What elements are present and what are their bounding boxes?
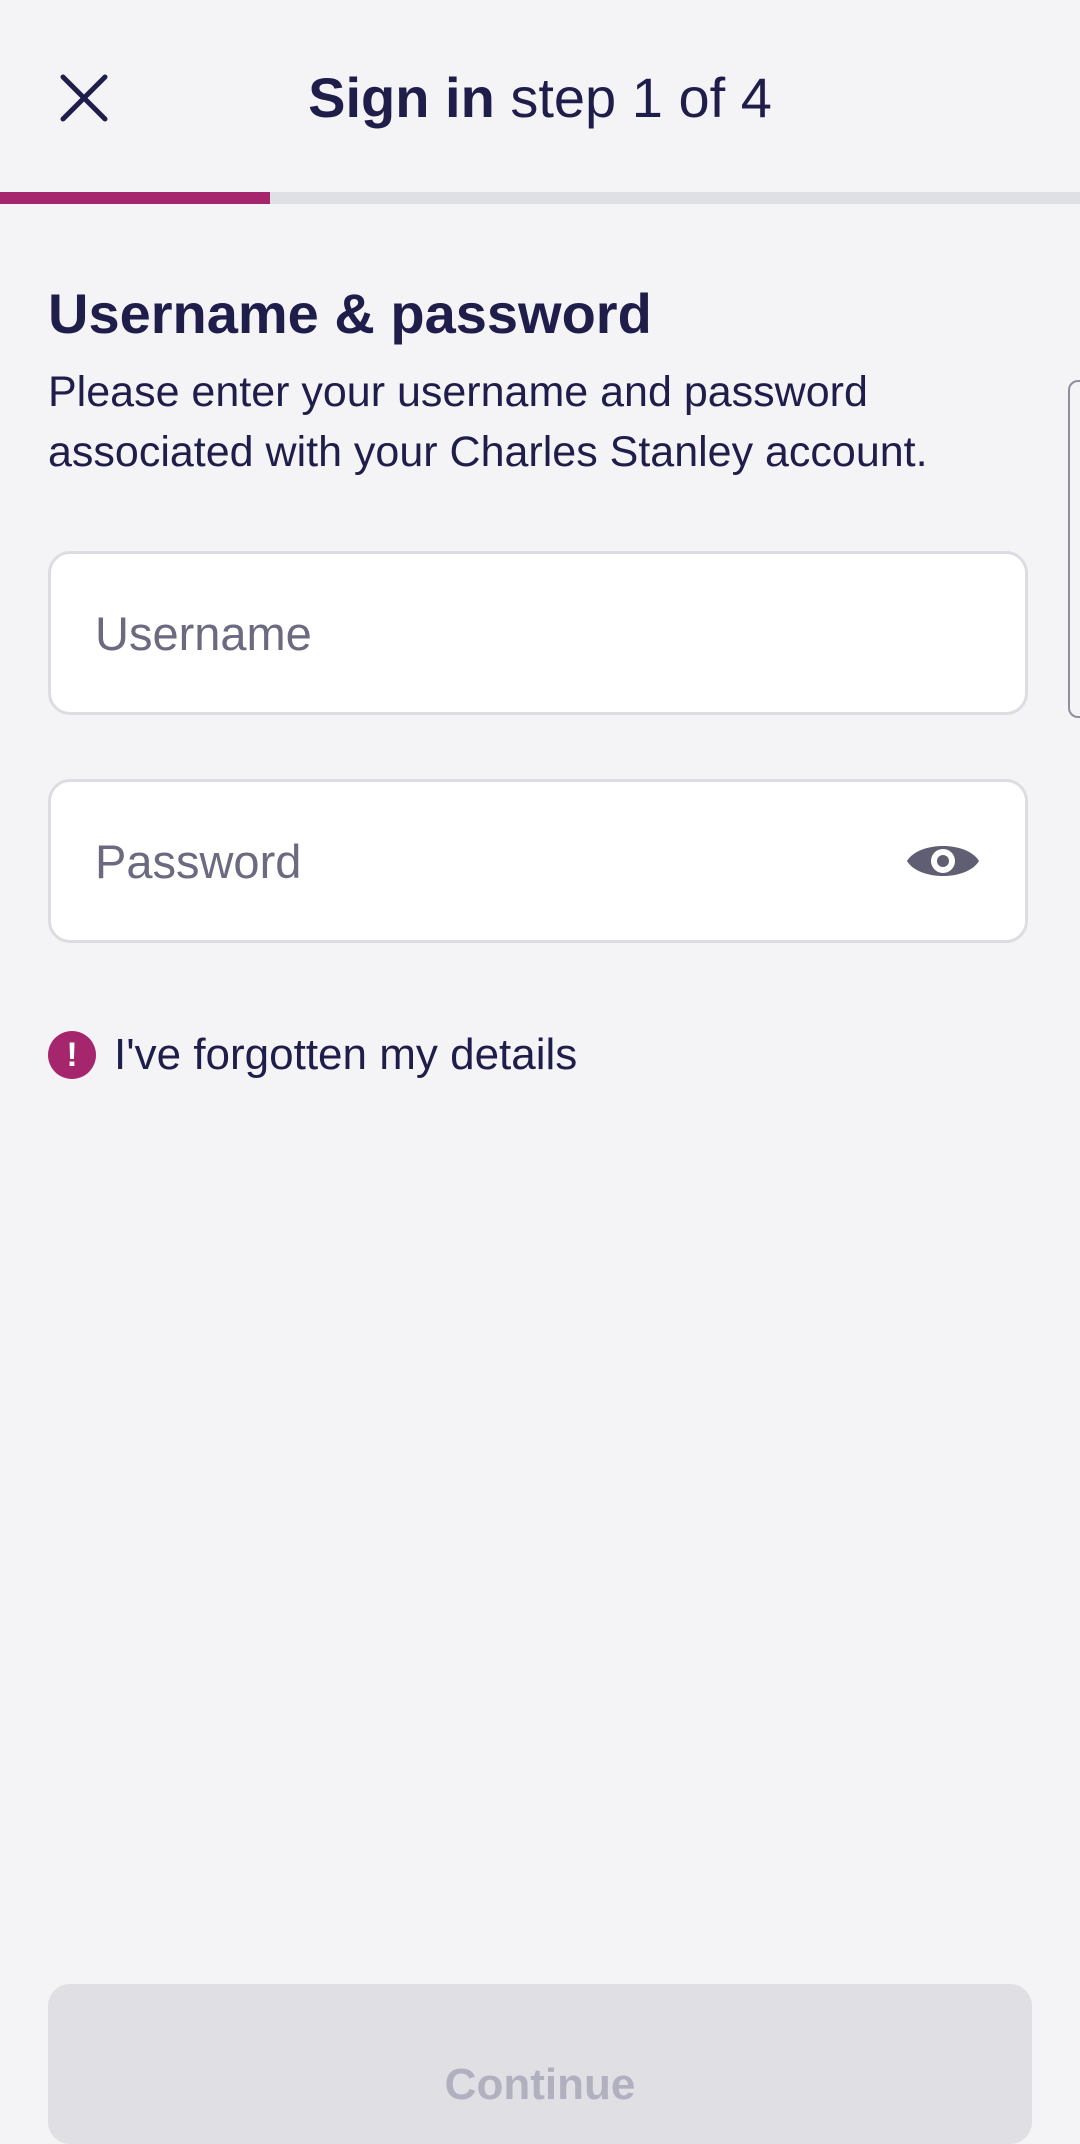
title-step: step 1 of 4 (494, 66, 772, 129)
section-title: Username & password (48, 282, 652, 345)
scroll-indicator (1068, 380, 1080, 718)
show-password-button[interactable] (905, 837, 981, 885)
username-field[interactable] (48, 551, 1028, 715)
alert-icon: ! (48, 1031, 96, 1079)
page-title: Sign in step 1 of 4 (0, 60, 1080, 136)
section-description: Please enter your username and password … (48, 368, 928, 476)
progress-bar (0, 192, 1080, 204)
password-field[interactable] (48, 779, 1028, 943)
header: Sign in step 1 of 4 (0, 0, 1080, 196)
forgot-details-link[interactable]: ! I've forgotten my details (48, 1030, 577, 1080)
continue-label: Continue (444, 2060, 636, 2109)
username-input[interactable] (95, 554, 855, 712)
forgot-details-label: I've forgotten my details (114, 1030, 578, 1079)
continue-button[interactable]: Continue (48, 1984, 1032, 2144)
password-input[interactable] (95, 782, 855, 940)
title-strong: Sign in (308, 66, 495, 129)
main-content: Username & password Please enter your us… (48, 276, 1032, 482)
eye-icon (907, 846, 979, 876)
progress-fill (0, 192, 270, 204)
